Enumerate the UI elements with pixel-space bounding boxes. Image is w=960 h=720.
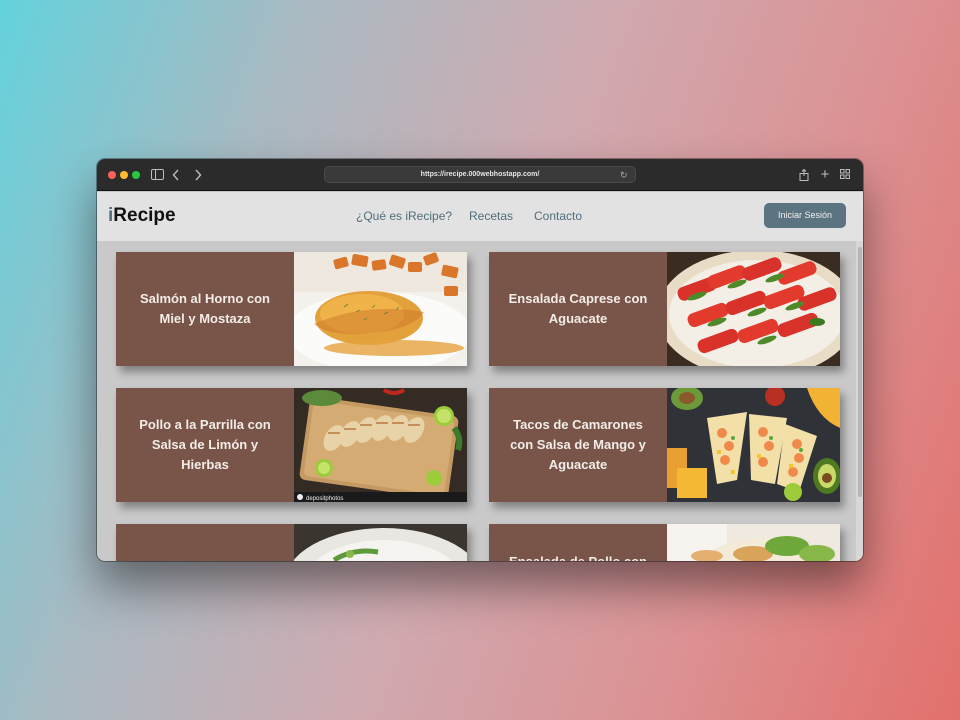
recipe-title-box: Salmón al Horno con Miel y Mostaza xyxy=(116,252,294,366)
recipe-card[interactable]: Ensalada de Pollo con xyxy=(489,524,840,561)
maximize-window-button[interactable] xyxy=(132,171,140,179)
recipe-grid: Salmón al Horno con Miel y Mostaza Ensal… xyxy=(97,241,863,561)
logo-text: Recipe xyxy=(113,205,176,226)
close-window-button[interactable] xyxy=(108,171,116,179)
minimize-window-button[interactable] xyxy=(120,171,128,179)
recipe-title-box xyxy=(116,524,294,561)
recipe-card[interactable]: Ensalada Caprese con Aguacate xyxy=(489,252,840,366)
recipe-title: Pollo a la Parrilla con Salsa de Limón y… xyxy=(139,417,271,472)
recipe-image[interactable] xyxy=(294,252,467,366)
recipe-card[interactable] xyxy=(116,524,467,561)
scrollbar-thumb[interactable] xyxy=(858,247,862,497)
nav-link-about[interactable]: ¿Qué es iRecipe? xyxy=(356,208,452,224)
recipe-title: Ensalada Caprese con Aguacate xyxy=(508,291,648,326)
recipe-image[interactable]: depositphotos xyxy=(294,388,467,502)
recipe-card[interactable]: Salmón al Horno con Miel y Mostaza xyxy=(116,252,467,366)
reload-icon[interactable]: ↻ xyxy=(620,169,630,181)
recipe-title: Tacos de Camarones con Salsa de Mango y … xyxy=(510,417,646,472)
forward-icon[interactable] xyxy=(194,166,206,184)
browser-toolbar: https://irecipe.000webhostapp.com/ ↻ + xyxy=(97,159,863,191)
recipe-image[interactable] xyxy=(294,524,467,561)
recipe-image[interactable] xyxy=(667,524,840,561)
site-logo[interactable]: iRecipe xyxy=(108,204,176,228)
tab-overview-icon[interactable] xyxy=(840,166,852,184)
site-navbar: iRecipe ¿Qué es iRecipe? Recetas Contact… xyxy=(97,192,863,241)
recipe-title-box: Ensalada Caprese con Aguacate xyxy=(489,252,667,366)
login-button[interactable]: Iniciar Sesión xyxy=(764,203,846,228)
recipe-title-box: Pollo a la Parrilla con Salsa de Limón y… xyxy=(116,388,294,502)
recipe-title-box: Tacos de Camarones con Salsa de Mango y … xyxy=(489,388,667,502)
recipe-card[interactable]: Pollo a la Parrilla con Salsa de Limón y… xyxy=(116,388,467,502)
recipe-image[interactable] xyxy=(667,388,840,502)
image-watermark: depositphotos xyxy=(306,496,343,502)
nav-link-recipes[interactable]: Recetas xyxy=(469,208,513,224)
nav-link-contact[interactable]: Contacto xyxy=(534,208,582,224)
sidebar-toggle-icon[interactable] xyxy=(151,166,165,184)
recipe-title: Ensalada de Pollo con xyxy=(509,552,647,561)
back-icon[interactable] xyxy=(172,166,184,184)
browser-window: https://irecipe.000webhostapp.com/ ↻ + i… xyxy=(97,159,863,561)
share-icon[interactable] xyxy=(799,166,811,184)
new-tab-icon[interactable]: + xyxy=(819,166,831,184)
recipe-title: Salmón al Horno con Miel y Mostaza xyxy=(139,291,270,326)
address-bar[interactable]: https://irecipe.000webhostapp.com/ ↻ xyxy=(324,166,636,183)
recipe-title-box: Ensalada de Pollo con xyxy=(489,524,667,561)
recipe-image[interactable] xyxy=(667,252,840,366)
recipe-card[interactable]: Tacos de Camarones con Salsa de Mango y … xyxy=(489,388,840,502)
page-scrollbar[interactable] xyxy=(856,241,863,561)
url-text: https://irecipe.000webhostapp.com/ xyxy=(420,171,540,178)
